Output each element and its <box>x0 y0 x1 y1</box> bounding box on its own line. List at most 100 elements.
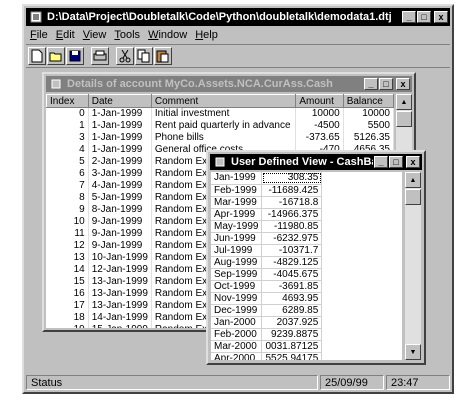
cell-date[interactable]: 3-Jan-1999 <box>88 167 152 180</box>
table-row[interactable]: 0 1-Jan-1999 Initial investment 10000 10000 <box>46 107 394 120</box>
minimize-button[interactable]: _ <box>402 11 416 23</box>
cell-index[interactable]: 13 <box>46 251 89 264</box>
cell-index[interactable]: 11 <box>46 227 89 240</box>
scroll-thumb[interactable] <box>396 111 412 127</box>
cell-comment[interactable]: Phone bills <box>151 131 297 144</box>
cell-index[interactable]: 3 <box>46 131 89 144</box>
scroll-up-button[interactable]: ▲ <box>405 172 421 188</box>
table-row[interactable]: May-1999 -11980.85 <box>211 220 323 233</box>
cell-index[interactable]: 19 <box>46 323 89 328</box>
details-close-button[interactable]: x <box>396 78 410 90</box>
cell-balance[interactable]: -4829.125 <box>261 256 323 269</box>
cell-balance[interactable]: -3691.85 <box>261 280 323 293</box>
cell-month[interactable]: Nov-1999 <box>211 292 263 305</box>
cell-date[interactable]: 8-Jan-1999 <box>88 203 152 216</box>
scroll-down-button[interactable]: ▼ <box>405 344 421 360</box>
table-row[interactable]: Aug-1999 -4829.125 <box>211 256 323 269</box>
cell-balance[interactable]: -10371.7 <box>261 244 323 257</box>
table-row[interactable]: Nov-1999 4693.95 <box>211 292 323 305</box>
cell-month[interactable]: Feb-1999 <box>211 184 263 197</box>
cell-month[interactable]: Jul-1999 <box>211 244 263 257</box>
cell-month[interactable]: Feb-2000 <box>211 328 263 341</box>
cell-balance[interactable]: -6232.975 <box>261 232 323 245</box>
cell-balance[interactable]: 10000 <box>343 107 394 120</box>
table-row[interactable]: Jan-2000 2037.925 <box>211 316 323 329</box>
cell-date[interactable]: 1-Jan-1999 <box>88 119 152 132</box>
table-row[interactable]: Feb-2000 9239.8875 <box>211 328 323 341</box>
cell-date[interactable]: 4-Jan-1999 <box>88 179 152 192</box>
cell-date[interactable]: 13-Jan-1999 <box>88 287 152 300</box>
open-icon[interactable] <box>47 47 65 65</box>
udv-vertical-scrollbar[interactable]: ▲ ▼ <box>405 172 421 360</box>
cell-month[interactable]: May-1999 <box>211 220 263 233</box>
menu-edit[interactable]: Edit <box>52 29 79 41</box>
cell-index[interactable]: 5 <box>46 155 89 168</box>
app-icon[interactable] <box>29 10 43 24</box>
column-header-comment[interactable]: Comment <box>150 94 297 108</box>
cell-balance[interactable]: 9239.8875 <box>261 328 323 341</box>
maximize-button[interactable]: □ <box>417 11 431 23</box>
table-row[interactable]: Jul-1999 -10371.7 <box>211 244 323 257</box>
save-icon[interactable] <box>66 47 84 65</box>
cell-comment[interactable]: Initial investment <box>151 107 297 120</box>
table-row[interactable]: Oct-1999 -3691.85 <box>211 280 323 293</box>
cell-amount[interactable]: -373.65 <box>295 131 344 144</box>
cell-amount[interactable]: -4500 <box>295 119 344 132</box>
cell-balance[interactable]: -14966.375 <box>261 208 323 221</box>
cell-date[interactable]: 14-Jan-1999 <box>88 311 152 324</box>
cell-month[interactable]: Oct-1999 <box>211 280 263 293</box>
details-maximize-button[interactable]: □ <box>379 78 393 90</box>
cell-balance[interactable]: -16718.8 <box>261 196 323 209</box>
cell-date[interactable]: 9-Jan-1999 <box>88 227 152 240</box>
table-row[interactable]: Apr-2000 5525.94175 <box>211 352 323 360</box>
table-row[interactable]: Jun-1999 -6232.975 <box>211 232 323 245</box>
details-title-bar[interactable]: Details of account MyCo.Assets.NCA.CurAs… <box>46 76 412 92</box>
menu-file[interactable]: File <box>26 29 52 41</box>
table-row[interactable]: Sep-1999 -4045.675 <box>211 268 323 281</box>
cell-balance[interactable]: 308.35 <box>261 172 323 185</box>
cell-index[interactable]: 17 <box>46 299 89 312</box>
cell-balance[interactable]: -11980.85 <box>261 220 323 233</box>
cell-index[interactable]: 9 <box>46 203 89 216</box>
cell-balance[interactable]: 4693.95 <box>261 292 323 305</box>
cell-month[interactable]: Jun-1999 <box>211 232 263 245</box>
cell-month[interactable]: Dec-1999 <box>211 304 263 317</box>
cell-date[interactable]: 10-Jan-1999 <box>88 251 152 264</box>
column-header-balance[interactable]: Balance <box>342 94 394 108</box>
table-row[interactable]: Mar-2000 0031.87125 <box>211 340 323 353</box>
cell-balance[interactable]: 0031.87125 <box>261 340 323 353</box>
cell-month[interactable]: Mar-2000 <box>211 340 263 353</box>
table-row[interactable]: 3 1-Jan-1999 Phone bills -373.65 5126.35 <box>46 131 394 144</box>
udv-close-button[interactable]: x <box>406 156 420 168</box>
cell-index[interactable]: 7 <box>46 179 89 192</box>
udv-maximize-button[interactable]: □ <box>389 156 403 168</box>
cell-balance[interactable]: 2037.925 <box>261 316 323 329</box>
scroll-thumb[interactable] <box>405 189 421 205</box>
table-row[interactable]: Dec-1999 6289.85 <box>211 304 323 317</box>
cell-index[interactable]: 14 <box>46 263 89 276</box>
paste-icon[interactable] <box>154 47 172 65</box>
cell-month[interactable]: Mar-1999 <box>211 196 263 209</box>
cell-date[interactable]: 9-Jan-1999 <box>88 215 152 228</box>
cell-month[interactable]: Jan-2000 <box>211 316 263 329</box>
cell-month[interactable]: Apr-2000 <box>211 352 263 360</box>
udv-title-bar[interactable]: User Defined View - CashBalances _ □ x <box>210 154 422 170</box>
cell-date[interactable]: 1-Jan-1999 <box>88 107 152 120</box>
cell-date[interactable]: 2-Jan-1999 <box>88 155 152 168</box>
cell-month[interactable]: Sep-1999 <box>211 268 263 281</box>
scroll-up-button[interactable]: ▲ <box>396 94 412 110</box>
column-header-date[interactable]: Date <box>87 94 152 108</box>
details-minimize-button[interactable]: _ <box>364 78 378 90</box>
cell-date[interactable]: 13-Jan-1999 <box>88 299 152 312</box>
print-icon[interactable] <box>91 47 109 65</box>
cell-balance[interactable]: 5500 <box>343 119 394 132</box>
cell-month[interactable]: Apr-1999 <box>211 208 263 221</box>
udv-minimize-button[interactable]: _ <box>374 156 388 168</box>
table-row[interactable]: Jan-1999 308.35 <box>211 172 323 185</box>
cell-comment[interactable]: Rent paid quarterly in advance <box>151 119 297 132</box>
cell-index[interactable]: 0 <box>46 107 89 120</box>
cell-balance[interactable]: 6289.85 <box>261 304 323 317</box>
cell-index[interactable]: 16 <box>46 287 89 300</box>
cell-balance[interactable]: -4045.675 <box>261 268 323 281</box>
column-header-amount[interactable]: Amount <box>295 94 344 108</box>
